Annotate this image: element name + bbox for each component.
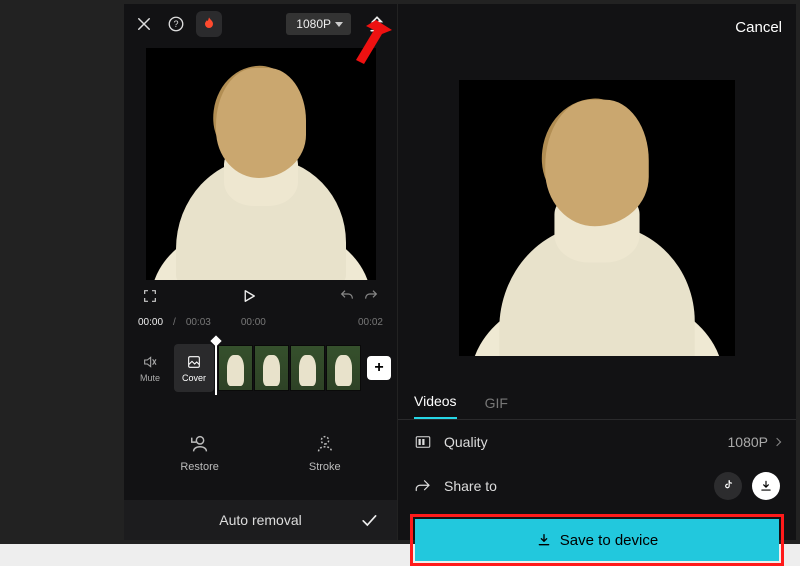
resolution-value: 1080P [296,17,331,31]
cover-label: Cover [182,373,206,383]
save-highlight: Save to device [410,514,784,566]
stroke-action[interactable]: Stroke [309,433,341,473]
playhead[interactable] [215,341,217,395]
time-current: 00:00 [138,317,163,328]
save-to-device-button[interactable]: Save to device [415,519,779,561]
tab-gif[interactable]: GIF [485,395,508,419]
redo-icon[interactable] [359,284,383,308]
mute-tool[interactable]: Mute [130,344,170,392]
clip-thumb[interactable] [254,345,289,391]
undo-icon[interactable] [335,284,359,308]
clip-thumb[interactable] [326,345,361,391]
clip-thumb[interactable] [290,345,325,391]
time-ruler: 00:00 / 00:03 00:00 00:02 [124,312,397,332]
share-row: Share to [398,464,796,508]
flame-icon[interactable] [196,11,222,37]
cover-tool[interactable]: Cover [174,344,214,392]
share-icon [414,477,432,495]
export-panel: Cancel Videos GIF Quality 1080P Share to [398,4,796,540]
playback-bar [124,280,397,312]
export-preview [459,80,735,356]
help-icon[interactable]: ? [164,12,188,36]
figure-hair [545,100,649,227]
editor-panel: ? 1080P [124,4,397,540]
time-mark-1: 00:02 [358,317,383,328]
stroke-label: Stroke [309,461,341,473]
timeline[interactable]: Mute Cover + [124,340,397,396]
chevron-right-icon [773,438,781,446]
share-label: Share to [444,478,497,494]
svg-text:?: ? [173,19,178,29]
time-sep: / [173,317,176,328]
quality-value: 1080P [728,434,768,450]
share-download-button[interactable] [752,472,780,500]
quality-icon [414,433,432,451]
tab-videos[interactable]: Videos [414,393,457,419]
download-icon [536,532,552,548]
export-tabs: Videos GIF [398,386,796,420]
quality-label: Quality [444,434,488,450]
bottom-bar: Auto removal [124,500,397,540]
play-button[interactable] [237,284,261,308]
restore-label: Restore [180,461,219,473]
dropdown-caret-icon [335,22,343,27]
mute-label: Mute [140,373,160,383]
editor-topbar: ? 1080P [124,4,397,44]
time-mark-0: 00:00 [241,317,266,328]
close-icon[interactable] [132,12,156,36]
save-label: Save to device [560,532,658,549]
confirm-icon[interactable] [357,508,381,532]
time-total: 00:03 [186,317,211,328]
quality-row[interactable]: Quality 1080P [398,420,796,464]
auto-removal-label: Auto removal [219,512,301,528]
clip-strip[interactable] [218,345,361,391]
export-icon[interactable] [365,12,389,36]
fullscreen-icon[interactable] [138,284,162,308]
cancel-button[interactable]: Cancel [735,19,782,36]
share-tiktok-button[interactable] [714,472,742,500]
resolution-select[interactable]: 1080P [286,13,351,35]
restore-action[interactable]: Restore [180,433,219,473]
editor-preview [146,48,376,280]
export-topbar: Cancel [398,4,796,50]
figure-hair [216,68,306,178]
add-clip-button[interactable]: + [367,356,391,380]
clip-thumb[interactable] [218,345,253,391]
editor-actions: Restore Stroke [124,416,397,490]
